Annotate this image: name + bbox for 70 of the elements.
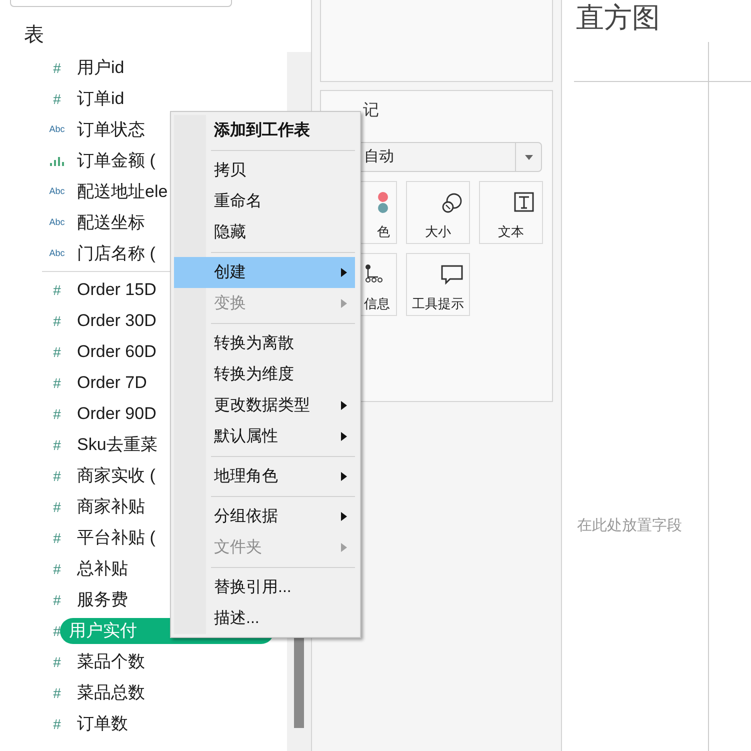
menu-item[interactable]: 转换为维度 xyxy=(174,359,355,390)
number-type-icon: # xyxy=(46,406,68,420)
number-type-icon: # xyxy=(46,530,68,544)
submenu-arrow-icon xyxy=(341,268,347,277)
number-type-icon: # xyxy=(46,500,68,514)
speech-bubble-icon xyxy=(440,264,464,286)
number-type-icon: # xyxy=(46,654,68,668)
number-type-icon: # xyxy=(46,92,68,106)
number-type-icon: # xyxy=(46,562,68,576)
field-label[interactable]: 商家实收 ( xyxy=(77,462,156,488)
bins-icon xyxy=(50,156,64,166)
circles-icon xyxy=(440,192,464,214)
drop-field-hint: 在此处放置字段 xyxy=(577,515,682,536)
card-title: 记 xyxy=(363,101,379,121)
submenu-arrow-icon xyxy=(341,543,347,552)
field-label[interactable]: 订单id xyxy=(77,86,124,112)
number-type-icon: # xyxy=(46,686,68,700)
menu-item[interactable]: 更改数据类型 xyxy=(174,390,355,421)
mark-type-value: 自动 xyxy=(363,146,395,167)
section-title: 表 xyxy=(24,23,44,48)
field-label[interactable]: 菜品总数 xyxy=(77,680,145,706)
submenu-arrow-icon xyxy=(341,512,347,521)
field-label[interactable]: Order 15D xyxy=(77,276,156,302)
color-dots-icon xyxy=(378,192,388,213)
field-label[interactable]: Sku去重菜 xyxy=(77,432,158,458)
number-type-icon: # xyxy=(46,468,68,482)
number-type-icon: # xyxy=(46,344,68,358)
field-label[interactable]: Order 60D xyxy=(77,338,156,364)
number-type-icon: # xyxy=(46,282,68,296)
mark-property-button[interactable]: 工具提示 xyxy=(406,253,470,316)
menu-item[interactable]: 替换引用... xyxy=(174,572,355,603)
field-label[interactable]: 订单金额 ( xyxy=(77,148,156,174)
text-icon xyxy=(513,192,537,214)
field-label[interactable]: 服务费 xyxy=(77,586,128,612)
menu-item[interactable]: 分组依据 xyxy=(174,501,355,532)
number-type-icon: # xyxy=(46,314,68,328)
field-label[interactable]: 总补贴 xyxy=(77,556,128,582)
number-type-icon: # xyxy=(46,60,68,74)
submenu-arrow-icon xyxy=(341,299,347,308)
mark-property-button[interactable]: 大小 xyxy=(406,181,470,244)
number-type-icon: # xyxy=(46,438,68,452)
text-type-icon: Abc xyxy=(46,246,68,260)
caret-icon xyxy=(524,154,532,160)
field-label[interactable]: 平台补贴 ( xyxy=(77,524,156,550)
text-type-icon: Abc xyxy=(46,216,68,230)
text-type-icon: Abc xyxy=(46,122,68,136)
submenu-arrow-icon xyxy=(341,401,347,410)
menu-item[interactable]: 默认属性 xyxy=(174,421,355,452)
field-label[interactable]: 菜品个数 xyxy=(77,648,145,674)
menu-item[interactable]: 地理角色 xyxy=(174,461,355,492)
field-label[interactable]: 门店名称 ( xyxy=(77,240,156,266)
field-label[interactable]: 配送地址ele xyxy=(77,178,168,204)
submenu-arrow-icon xyxy=(341,432,347,441)
field-label[interactable]: 订单状态 xyxy=(77,116,145,142)
number-type-icon: # xyxy=(46,376,68,390)
text-type-icon: Abc xyxy=(46,184,68,198)
menu-item[interactable]: 创建 xyxy=(174,257,355,288)
field-label[interactable]: 用户id xyxy=(77,54,124,80)
field-label[interactable]: 订单数 xyxy=(77,710,128,736)
field-label[interactable]: Order 30D xyxy=(77,308,156,334)
mark-property-button[interactable]: 文本 xyxy=(479,181,543,244)
view-title: 直方图 xyxy=(576,0,660,36)
field-label[interactable]: Order 7D xyxy=(77,370,147,396)
number-type-icon: # xyxy=(46,592,68,606)
menu-item[interactable]: 转换为离散 xyxy=(174,328,355,359)
number-type-icon: # xyxy=(46,716,68,730)
submenu-arrow-icon xyxy=(341,472,347,481)
field-label[interactable]: 商家补贴 xyxy=(77,494,145,520)
field-label[interactable]: Order 90D xyxy=(77,400,156,426)
field-label[interactable]: 配送坐标 xyxy=(77,210,145,236)
